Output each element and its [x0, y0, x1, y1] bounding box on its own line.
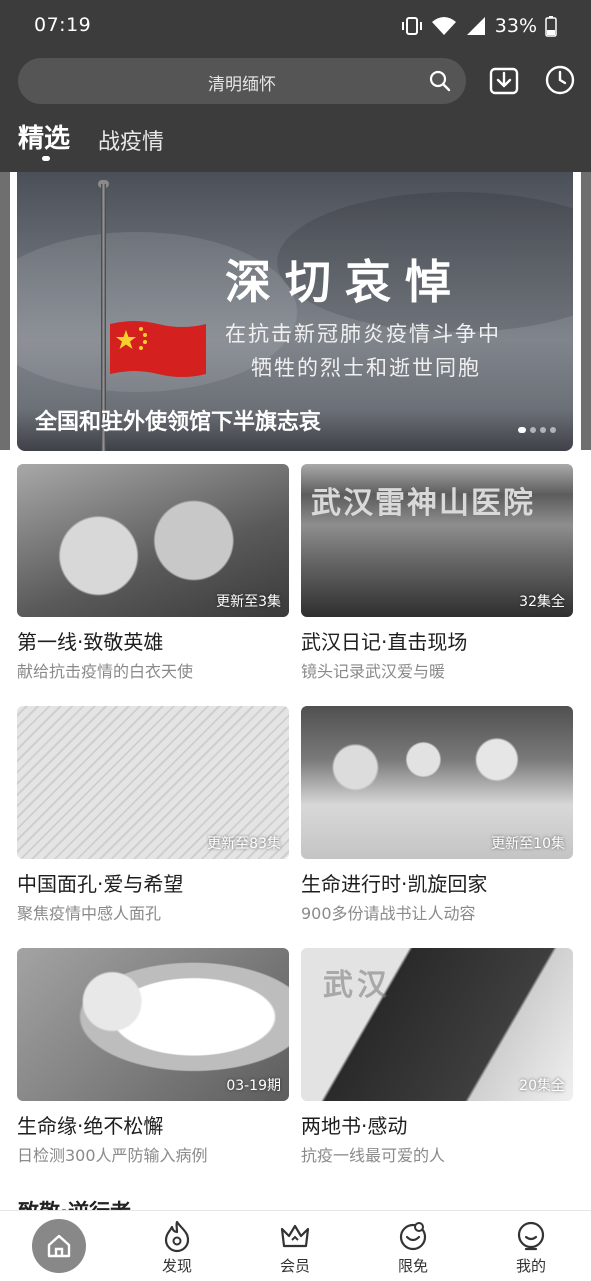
card-description: 聚焦疫情中感人面孔: [17, 904, 162, 923]
card-description: 900多份请战书让人动容: [301, 904, 476, 923]
episode-badge: 更新至3集: [216, 594, 281, 610]
active-tab-indicator: [42, 156, 50, 161]
history-clock-icon[interactable]: [544, 64, 576, 96]
tab-featured[interactable]: 精选: [18, 118, 70, 155]
banner-subline: 在抗击新冠肺炎疫情斗争中: [225, 322, 501, 346]
home-active-indicator: [32, 1219, 86, 1273]
card-title: 武汉日记·直击现场: [301, 630, 468, 654]
card-description: 抗疫一线最可爱的人: [301, 1146, 446, 1165]
free-icon: [399, 1222, 427, 1251]
carousel-dot: [540, 427, 546, 433]
banner-subline: 牺牲的烈士和逝世同胞: [251, 356, 481, 380]
banner-caption: 全国和驻外使领馆下半旗志哀: [35, 410, 322, 435]
card-description: 日检测300人严防输入病例: [17, 1146, 208, 1165]
profile-icon: [517, 1221, 545, 1251]
card-thumbnail: 03-19期: [17, 948, 289, 1101]
hero-banner[interactable]: 深切哀悼 在抗击新冠肺炎疫情斗争中 牺牲的烈士和逝世同胞 全国和驻外使领馆下半旗…: [17, 172, 573, 451]
status-bar: 07:19 33%: [0, 0, 591, 54]
crown-icon: [280, 1224, 310, 1248]
nav-label: 会员: [279, 1257, 310, 1275]
download-icon[interactable]: [488, 64, 520, 96]
home-icon: [47, 1234, 71, 1258]
signal-icon: [466, 17, 485, 35]
vibrate-icon: [401, 17, 422, 35]
episode-badge: 32集全: [519, 594, 565, 610]
nav-label: 发现: [161, 1257, 192, 1275]
nav-label: 限免: [397, 1257, 428, 1275]
card-title: 两地书·感动: [301, 1114, 408, 1138]
card-thumbnail: 更新至83集: [17, 706, 289, 859]
card-thumbnail: 武汉 20集全: [301, 948, 573, 1101]
carousel-prev-peek[interactable]: [0, 172, 10, 450]
nav-vip[interactable]: 会员: [245, 1211, 345, 1281]
episode-badge: 03-19期: [226, 1078, 281, 1094]
card-description: 献给抗击疫情的白衣天使: [17, 662, 194, 681]
carousel-dot: [530, 427, 536, 433]
battery-icon: [545, 16, 557, 37]
episode-badge: 更新至10集: [491, 836, 565, 852]
card-title: 中国面孔·爱与希望: [17, 872, 184, 896]
card-thumbnail: 更新至10集: [301, 706, 573, 859]
episode-badge: 更新至83集: [207, 836, 281, 852]
card-title: 第一线·致敬英雄: [17, 630, 164, 654]
bottom-nav: 发现 会员 限免 我的: [0, 1210, 591, 1281]
carousel-dot: [550, 427, 556, 433]
card-thumbnail: 武汉雷神山医院 32集全: [301, 464, 573, 617]
discover-icon: [164, 1220, 190, 1253]
header: 07:19 33% 清明缅怀 精选 战疫情: [0, 0, 591, 172]
tab-fight-epidemic[interactable]: 战疫情: [98, 124, 164, 156]
wifi-icon: [431, 17, 456, 35]
status-time: 07:19: [34, 14, 92, 36]
card-title: 生命进行时·凯旋回家: [301, 872, 488, 896]
thumbnail-watermark-text: 武汉: [323, 968, 391, 1003]
search-bar[interactable]: 清明缅怀: [18, 58, 466, 104]
nav-home[interactable]: [9, 1211, 109, 1281]
card-thumbnail: 更新至3集: [17, 464, 289, 617]
battery-percent: 33%: [494, 15, 537, 37]
card-title: 生命缘·绝不松懈: [17, 1114, 164, 1138]
banner-headline: 深切哀悼: [225, 255, 465, 309]
episode-badge: 20集全: [519, 1078, 565, 1094]
nav-label: 我的: [515, 1257, 546, 1275]
nav-free[interactable]: 限免: [363, 1211, 463, 1281]
national-flag-icon: [110, 321, 206, 377]
status-icons: 33%: [401, 13, 557, 39]
search-placeholder: 清明缅怀: [208, 75, 276, 95]
carousel-dot: [518, 427, 526, 433]
nav-discover[interactable]: 发现: [127, 1211, 227, 1281]
search-icon[interactable]: [428, 69, 452, 93]
thumbnail-sign-text: 武汉雷神山医院: [311, 486, 535, 521]
carousel-dots: [518, 427, 556, 433]
nav-profile[interactable]: 我的: [481, 1211, 581, 1281]
card-description: 镜头记录武汉爱与暖: [301, 662, 446, 681]
carousel-next-peek[interactable]: [581, 172, 591, 450]
